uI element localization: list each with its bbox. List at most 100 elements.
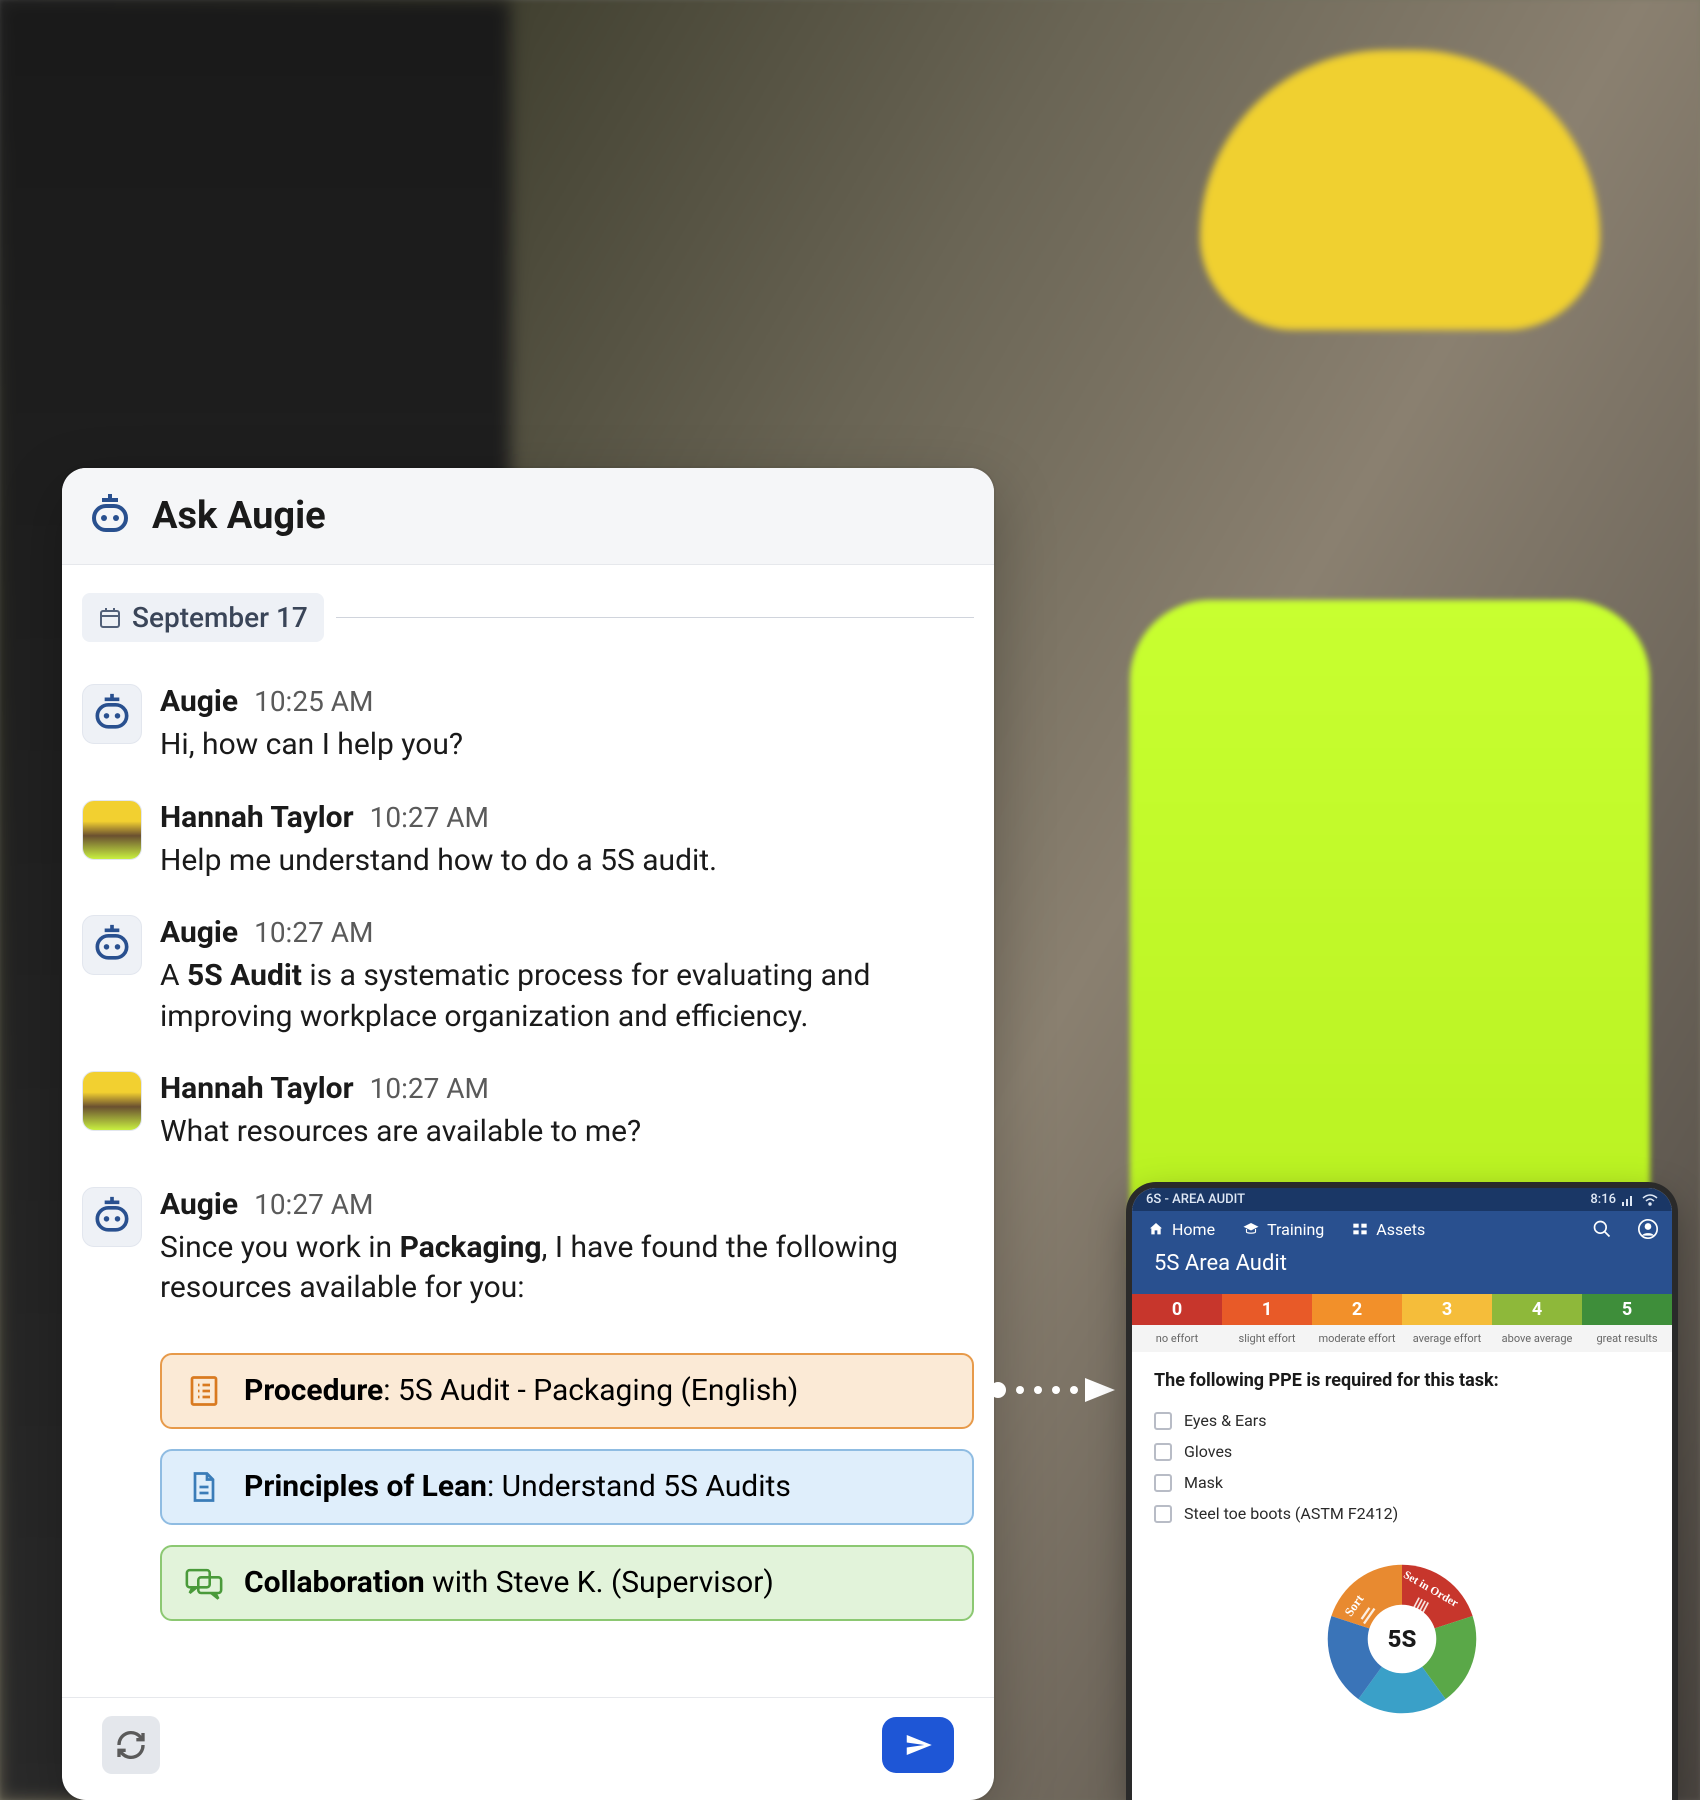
user-avatar: [82, 1071, 142, 1131]
ask-augie-chat-panel: Ask Augie September 17 Augie 10:25 AM Hi, …: [62, 468, 994, 1800]
score-label: great results: [1582, 1325, 1672, 1352]
score-labels: no effortslight effortmoderate effortave…: [1132, 1325, 1672, 1352]
resource-card-collab[interactable]: Collaboration with Steve K. (Supervisor): [160, 1545, 974, 1621]
refresh-button[interactable]: [102, 1716, 160, 1774]
message-text: Hi, how can I help you?: [160, 725, 974, 766]
nav-item-assets[interactable]: Assets: [1350, 1219, 1425, 1239]
wifi-icon: [1642, 1194, 1658, 1206]
send-icon: [903, 1730, 933, 1760]
score-number: 2: [1312, 1299, 1402, 1321]
checkbox-icon[interactable]: [1154, 1443, 1172, 1461]
ppe-item[interactable]: Steel toe boots (ASTM F2412): [1154, 1498, 1650, 1529]
checkbox-icon[interactable]: [1154, 1505, 1172, 1523]
search-icon[interactable]: [1592, 1219, 1612, 1239]
chat-message: Hannah Taylor 10:27 AM What resources are …: [82, 1059, 974, 1175]
ppe-section: The following PPE is required for this t…: [1132, 1352, 1672, 1547]
score-cell-1[interactable]: 1: [1222, 1294, 1312, 1325]
message-text: A 5S Audit is a systematic process for e…: [160, 956, 974, 1037]
mobile-status-bar: 6S - AREA AUDIT 8:16: [1132, 1188, 1672, 1211]
chat-footer: [62, 1697, 994, 1800]
message-sender: Augie: [160, 915, 238, 950]
resource-card-procedure[interactable]: Procedure: 5S Audit - Packaging (English…: [160, 1353, 974, 1429]
resource-card-doc[interactable]: Principles of Lean: Understand 5S Audits: [160, 1449, 974, 1525]
statusbar-left-label: 6S - AREA AUDIT: [1146, 1192, 1245, 1207]
refresh-icon: [115, 1729, 147, 1761]
score-cell-2[interactable]: 2: [1312, 1294, 1402, 1325]
assets-icon: [1350, 1219, 1370, 1239]
message-sender: Hannah Taylor: [160, 800, 354, 835]
chat-message: Hannah Taylor 10:27 AM Help me understand …: [82, 788, 974, 904]
five-s-wheel: 5S Sort Set in Order: [1132, 1547, 1672, 1719]
statusbar-time: 8:16: [1590, 1192, 1616, 1207]
chat-body: September 17 Augie 10:25 AM Hi, how can I …: [62, 565, 994, 1697]
bot-avatar: [82, 684, 142, 744]
checkbox-icon[interactable]: [1154, 1474, 1172, 1492]
score-number: 0: [1132, 1299, 1222, 1321]
score-label: above average: [1492, 1325, 1582, 1352]
score-number: 5: [1582, 1299, 1672, 1321]
ppe-item-label: Mask: [1184, 1473, 1223, 1492]
chat-header: Ask Augie: [62, 468, 994, 565]
message-time: 10:27 AM: [370, 801, 489, 834]
chat-title: Ask Augie: [152, 494, 326, 538]
message-text: Help me understand how to do a 5S audit.: [160, 841, 974, 882]
wheel-center-label: 5S: [1388, 1625, 1417, 1653]
score-cell-3[interactable]: 3: [1402, 1294, 1492, 1325]
mobile-device-preview: 6S - AREA AUDIT 8:16 HomeTrainingAssets …: [1132, 1188, 1672, 1800]
message-time: 10:27 AM: [254, 1188, 373, 1221]
message-time: 10:27 AM: [254, 916, 373, 949]
chat-message: Augie 10:27 AM A 5S Audit is a systematic …: [82, 903, 974, 1059]
score-number: 3: [1402, 1299, 1492, 1321]
score-cell-4[interactable]: 4: [1492, 1294, 1582, 1325]
message-text: What resources are available to me?: [160, 1112, 974, 1153]
score-bar: 012345: [1132, 1294, 1672, 1325]
chat-message: Augie 10:27 AM Since you work in Packaging…: [82, 1175, 974, 1331]
score-number: 4: [1492, 1299, 1582, 1321]
ppe-heading: The following PPE is required for this t…: [1154, 1370, 1650, 1391]
resource-card-label: Collaboration with Steve K. (Supervisor): [244, 1565, 774, 1600]
score-label: slight effort: [1222, 1325, 1312, 1352]
score-label: moderate effort: [1312, 1325, 1402, 1352]
score-cell-5[interactable]: 5: [1582, 1294, 1672, 1325]
message-sender: Augie: [160, 1187, 238, 1222]
nav-item-label: Training: [1267, 1220, 1324, 1239]
signal-icon: [1622, 1194, 1636, 1206]
chat-date-divider: September 17: [82, 593, 974, 642]
nav-item-label: Assets: [1376, 1220, 1425, 1239]
user-avatar: [82, 800, 142, 860]
nav-item-training[interactable]: Training: [1241, 1219, 1324, 1239]
resource-card-label: Procedure: 5S Audit - Packaging (English…: [244, 1373, 798, 1408]
grad-icon: [1241, 1219, 1261, 1239]
calendar-icon: [98, 606, 122, 630]
ppe-item[interactable]: Eyes & Ears: [1154, 1405, 1650, 1436]
nav-item-home[interactable]: Home: [1146, 1219, 1215, 1239]
bot-avatar: [82, 915, 142, 975]
message-sender: Augie: [160, 684, 238, 719]
bot-avatar: [82, 1187, 142, 1247]
message-text: Since you work in Packaging, I have foun…: [160, 1228, 974, 1309]
message-time: 10:27 AM: [370, 1072, 489, 1105]
resource-card-label: Principles of Lean: Understand 5S Audits: [244, 1469, 791, 1504]
message-sender: Hannah Taylor: [160, 1071, 354, 1106]
ppe-item-label: Eyes & Ears: [1184, 1411, 1266, 1430]
mobile-page-title: 5S Area Audit: [1132, 1247, 1672, 1294]
ppe-item[interactable]: Gloves: [1154, 1436, 1650, 1467]
checkbox-icon[interactable]: [1154, 1412, 1172, 1430]
send-button[interactable]: [882, 1717, 954, 1773]
ppe-item-label: Gloves: [1184, 1442, 1232, 1461]
chat-message-resources: Procedure: 5S Audit - Packaging (English…: [82, 1331, 974, 1643]
procedure-icon: [184, 1371, 224, 1411]
ppe-item-label: Steel toe boots (ASTM F2412): [1184, 1504, 1398, 1523]
ppe-item[interactable]: Mask: [1154, 1467, 1650, 1498]
augie-bot-icon: [86, 492, 134, 540]
collab-icon: [184, 1563, 224, 1603]
chat-date-label: September 17: [132, 601, 308, 634]
nav-item-label: Home: [1172, 1220, 1215, 1239]
score-label: average effort: [1402, 1325, 1492, 1352]
score-cell-0[interactable]: 0: [1132, 1294, 1222, 1325]
mobile-nav: Home Training Assets: [1132, 1211, 1672, 1247]
user-icon[interactable]: [1638, 1219, 1658, 1239]
chat-message: Augie 10:25 AM Hi, how can I help you?: [82, 672, 974, 788]
message-time: 10:25 AM: [254, 685, 373, 718]
score-number: 1: [1222, 1299, 1312, 1321]
